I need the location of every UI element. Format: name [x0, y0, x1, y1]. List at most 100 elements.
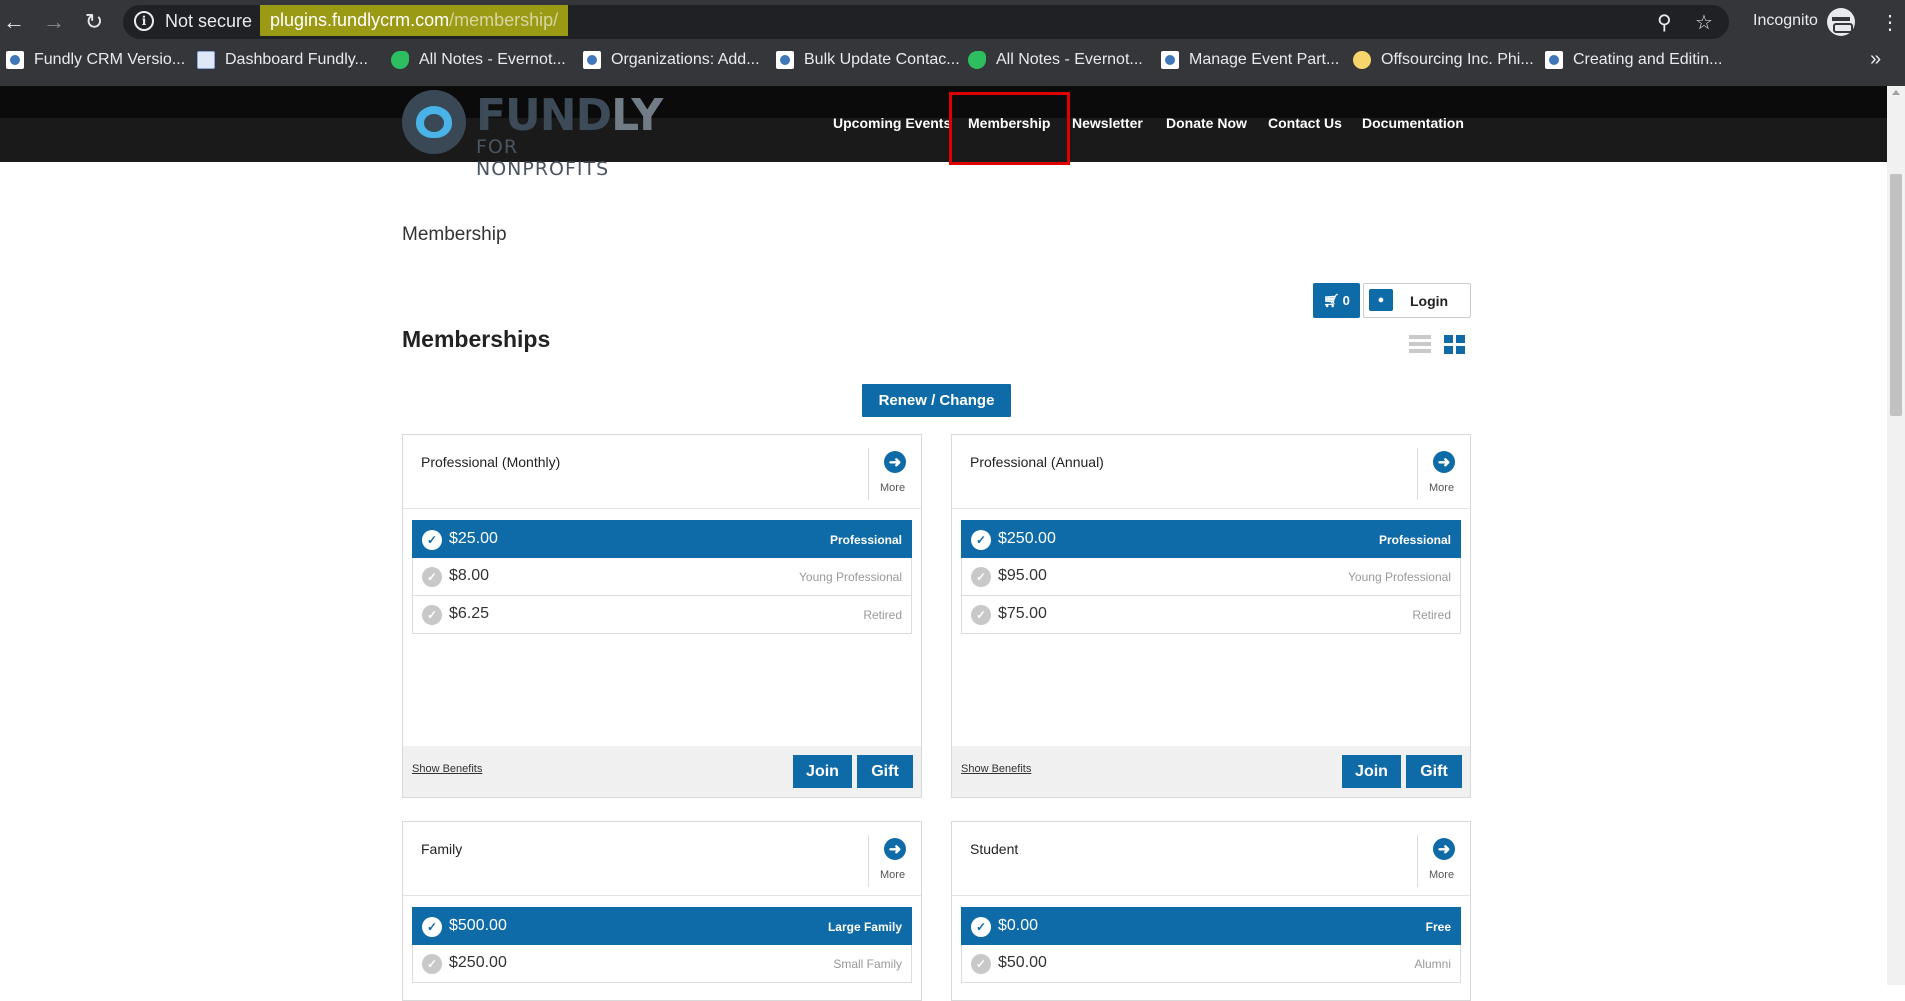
zoom-search-icon[interactable]: ⚲: [1657, 10, 1672, 35]
cart-count: 0: [1342, 293, 1350, 308]
stack-favicon-icon: [1353, 51, 1371, 69]
forward-arrow-icon[interactable]: →: [40, 8, 68, 36]
price-list: ✓ $25.00 Professional ✓ $8.00 Young Professi…: [412, 520, 912, 634]
price-option[interactable]: ✓ $8.00 Young Professional: [412, 558, 912, 596]
price-option[interactable]: ✓ $0.00 Free: [961, 907, 1461, 945]
check-circle-icon: ✓: [971, 917, 991, 937]
incognito-icon[interactable]: [1827, 8, 1855, 36]
bookmark-item[interactable]: Bulk Update Contac...: [776, 51, 960, 69]
bookmark-label: Organizations: Add...: [611, 51, 760, 68]
card-title: Professional (Monthly): [421, 454, 561, 470]
renew-change-button[interactable]: Renew / Change: [862, 384, 1011, 417]
bookmark-item[interactable]: Offsourcing Inc. Phi...: [1353, 51, 1534, 69]
browser-chrome: ← → ↻ i Not secure plugins.fundlycrm.com…: [0, 0, 1905, 86]
list-view-icon[interactable]: [1409, 335, 1431, 353]
more-bookmarks-chevron-icon[interactable]: »: [1870, 48, 1881, 71]
price-amount: $500.00: [449, 917, 507, 934]
check-circle-icon: ✓: [971, 530, 991, 550]
fundly-logo[interactable]: FUNDLY FOR NONPROFITS: [402, 88, 663, 180]
login-button[interactable]: ● Login: [1363, 283, 1471, 318]
bookmark-label: Bulk Update Contac...: [804, 51, 960, 68]
price-amount: $6.25: [449, 605, 490, 622]
check-circle-icon: ✓: [422, 530, 442, 550]
price-tier: Professional: [1378, 533, 1451, 547]
grid-view-icon[interactable]: [1444, 335, 1465, 354]
nav-contact-us[interactable]: Contact Us: [1268, 115, 1342, 131]
show-benefits-link[interactable]: Show Benefits: [961, 763, 1031, 775]
price-option[interactable]: ✓ $6.25 Retired: [412, 596, 912, 634]
card-title: Family: [421, 841, 463, 857]
header-topbar: [0, 86, 1887, 118]
arrow-right-circle-icon[interactable]: ➜: [884, 838, 906, 860]
logo-wordmark: FUNDLY: [476, 90, 663, 141]
price-option[interactable]: ✓ $500.00 Large Family: [412, 907, 912, 945]
menu-dots-icon[interactable]: ⋮: [1880, 10, 1900, 35]
back-arrow-icon[interactable]: ←: [0, 8, 28, 36]
show-benefits-link[interactable]: Show Benefits: [412, 763, 482, 775]
scroll-up-arrow-icon[interactable]: [1892, 90, 1900, 95]
bookmark-star-icon[interactable]: ☆: [1695, 10, 1713, 35]
bookmark-label: Manage Event Part...: [1189, 51, 1340, 68]
price-option[interactable]: ✓ $75.00 Retired: [961, 596, 1461, 634]
bookmark-item[interactable]: All Notes - Evernot...: [968, 51, 1143, 69]
arrow-right-circle-icon[interactable]: ➜: [884, 451, 906, 473]
incognito-label: Incognito: [1753, 12, 1818, 29]
page-scrollbar[interactable]: [1887, 86, 1905, 985]
reload-icon[interactable]: ↻: [80, 8, 108, 36]
nav-donate-now[interactable]: Donate Now: [1166, 115, 1247, 131]
price-option[interactable]: ✓ $25.00 Professional: [412, 520, 912, 558]
join-button[interactable]: Join: [793, 755, 852, 788]
bookmark-item[interactable]: All Notes - Evernot...: [391, 51, 566, 69]
divider: [868, 448, 869, 500]
price-option[interactable]: ✓ $50.00 Alumni: [961, 945, 1461, 983]
bookmark-item[interactable]: Fundly CRM Versio...: [6, 51, 185, 69]
card-footer: Show Benefits Join Gift: [952, 746, 1470, 797]
check-circle-icon: ✓: [971, 954, 991, 974]
gift-button[interactable]: Gift: [1406, 755, 1462, 788]
card-title: Student: [970, 841, 1019, 857]
price-amount: $75.00: [998, 605, 1047, 622]
gift-button[interactable]: Gift: [857, 755, 913, 788]
login-label: Login: [1410, 293, 1449, 309]
price-amount: $8.00: [449, 567, 490, 584]
fundly-favicon-icon: [1161, 51, 1179, 69]
fundly-favicon-icon: [776, 51, 794, 69]
membership-highlight-box: [949, 92, 1070, 165]
bookmark-item[interactable]: Creating and Editin...: [1545, 51, 1722, 69]
divider: [1417, 835, 1418, 887]
bookmark-label: Dashboard Fundly...: [225, 51, 368, 68]
nav-newsletter[interactable]: Newsletter: [1072, 115, 1143, 131]
url-text[interactable]: plugins.fundlycrm.com/membership/: [260, 5, 569, 36]
more-link[interactable]: More: [1429, 482, 1454, 494]
more-link[interactable]: More: [1429, 869, 1454, 881]
card-header: Professional (Monthly) ➜ More: [403, 435, 921, 509]
card-header: Family ➜ More: [403, 822, 921, 896]
arrow-right-circle-icon[interactable]: ➜: [1433, 451, 1455, 473]
bookmark-label: All Notes - Evernot...: [419, 51, 566, 68]
bookmark-item[interactable]: Dashboard Fundly...: [197, 51, 368, 69]
arrow-right-circle-icon[interactable]: ➜: [1433, 838, 1455, 860]
bookmark-item[interactable]: Organizations: Add...: [583, 51, 760, 69]
fundly-favicon-icon: [583, 51, 601, 69]
bookmark-item[interactable]: Manage Event Part...: [1161, 51, 1339, 69]
divider: [1417, 448, 1418, 500]
scrollbar-thumb[interactable]: [1890, 174, 1902, 416]
bookmark-label: All Notes - Evernot...: [996, 51, 1143, 68]
more-link[interactable]: More: [880, 482, 905, 494]
membership-card: Family ➜ More ✓ $500.00 Large Family ✓ $250…: [402, 821, 922, 1001]
heart-logo-icon: [402, 90, 466, 154]
cart-button[interactable]: 🛒︎ 0: [1313, 283, 1360, 318]
website: FUNDLY FOR NONPROFITS Upcoming Events Me…: [0, 86, 1887, 1001]
price-option[interactable]: ✓ $250.00 Small Family: [412, 945, 912, 983]
price-amount: $250.00: [449, 954, 507, 971]
browser-toolbar: ← → ↻ i Not secure plugins.fundlycrm.com…: [0, 0, 1905, 44]
price-option[interactable]: ✓ $250.00 Professional: [961, 520, 1461, 558]
join-button[interactable]: Join: [1342, 755, 1401, 788]
info-icon[interactable]: i: [134, 11, 154, 31]
price-tier: Small Family: [833, 957, 902, 971]
more-link[interactable]: More: [880, 869, 905, 881]
price-option[interactable]: ✓ $95.00 Young Professional: [961, 558, 1461, 596]
nav-upcoming-events[interactable]: Upcoming Events: [833, 115, 951, 131]
nav-documentation[interactable]: Documentation: [1362, 115, 1464, 131]
section-title: Memberships: [402, 326, 551, 352]
